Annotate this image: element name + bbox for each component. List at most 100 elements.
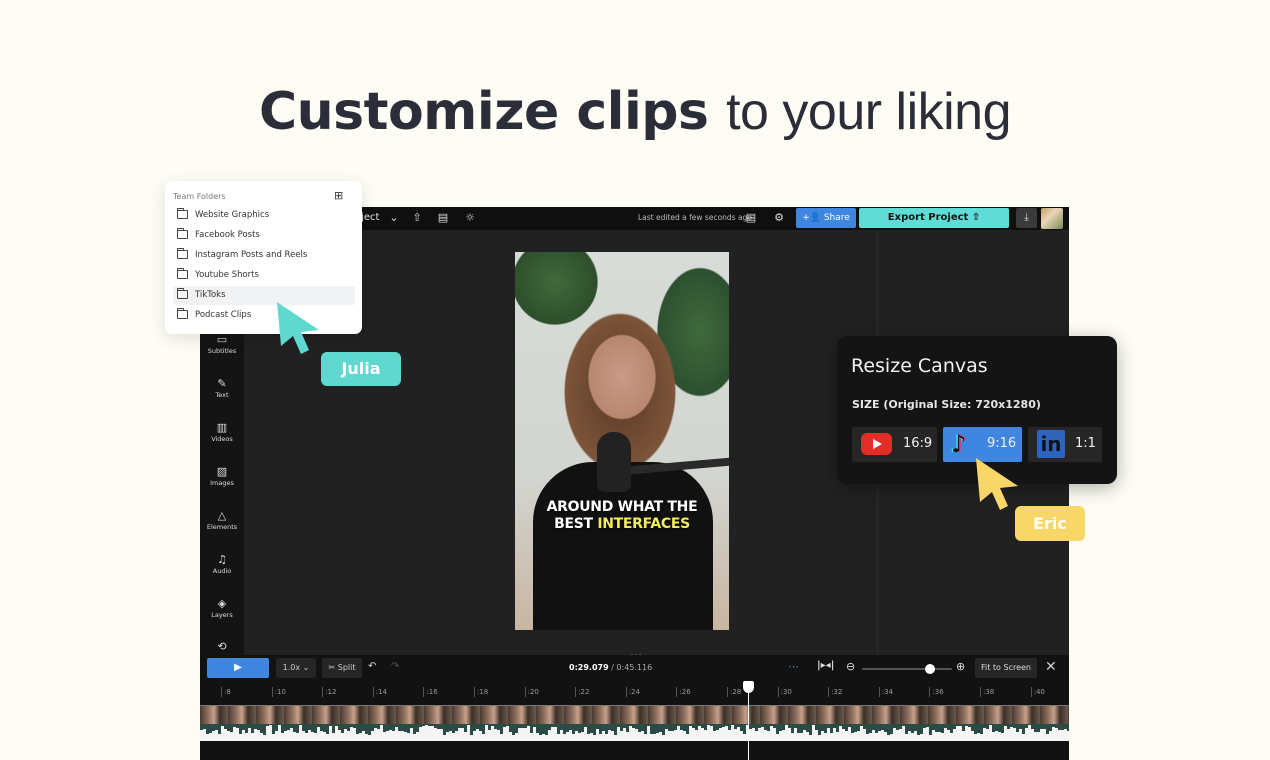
play-icon: ▶ (234, 662, 242, 673)
close-icon[interactable]: ✕ (1045, 659, 1057, 675)
chevron-down-icon: ⌄ (302, 663, 310, 672)
subtitles-icon[interactable]: ▤ (436, 211, 450, 225)
upload-icon[interactable]: ⇧ (410, 211, 424, 225)
sidebar-item-elements[interactable]: △ Elements (200, 509, 244, 531)
fit-width-icon[interactable]: |▸◂| (817, 660, 834, 671)
folder-icon (177, 308, 188, 319)
subtitles-icon: ▭ (216, 333, 228, 346)
sidebar-item-audio[interactable]: ♫ Audio (200, 553, 244, 575)
export-project-button[interactable]: Export Project ⇧ (859, 208, 1009, 228)
undo-icon[interactable]: ↶ (368, 661, 376, 672)
ruler-tick: :18 (474, 687, 488, 697)
resize-subtitle: SIZE (Original Size: 720x1280) (852, 398, 1041, 411)
linkedin-icon: in (1037, 430, 1065, 458)
sidebar-item-images[interactable]: ▨ Images (200, 465, 244, 487)
headline-bold: Customize clips (258, 82, 709, 142)
folder-label: Instagram Posts and Reels (195, 250, 308, 260)
play-button[interactable]: ▶ (207, 658, 269, 678)
ruler-tick: :14 (372, 687, 387, 697)
add-user-icon: +👤 (802, 213, 824, 223)
track-thumbnails (200, 706, 1069, 724)
cursor-label-eric: Eric (1015, 506, 1085, 541)
sidebar-label: Videos (211, 435, 233, 443)
timecode: 0:29.079 / 0:45.116 (569, 663, 653, 672)
team-folders-menu: Team Folders ⊞ Website Graphics Facebook… (165, 181, 362, 334)
headline-light: to your liking (726, 83, 1012, 141)
share-label: Share (823, 213, 850, 223)
ruler-tick: :20 (524, 687, 539, 697)
playhead[interactable] (748, 682, 749, 760)
redo-icon[interactable]: ↷ (391, 661, 399, 672)
sidebar-label: Elements (206, 523, 238, 531)
timeline-ruler[interactable]: :8:10:12:14:16:18:20:22:24:26:28:30:32:3… (200, 682, 1069, 702)
comment-icon[interactable]: ▤ (744, 211, 758, 225)
zoom-in-icon[interactable]: ⊕ (956, 660, 965, 673)
folder-item[interactable]: Podcast Clips (173, 306, 355, 325)
sidebar-label: Subtitles (207, 347, 237, 355)
zoom-slider-knob[interactable] (924, 664, 935, 674)
folder-icon (177, 228, 188, 239)
folder-item[interactable]: Youtube Shorts (173, 266, 355, 285)
cursor-julia-icon (277, 302, 319, 354)
caption-line-2: BEST (554, 516, 593, 532)
waveform-bar (1067, 731, 1069, 741)
zoom-out-icon[interactable]: ⊖ (846, 660, 855, 673)
ruler-tick: :38 (980, 687, 994, 697)
lightbulb-icon[interactable]: ☼ (463, 211, 477, 225)
video-preview[interactable]: AROUND WHAT THE BEST INTERFACES (515, 252, 729, 630)
film-icon: ▥ (216, 421, 228, 434)
page-headline: Customize clips to your liking (0, 82, 1270, 142)
ruler-tick: :12 (322, 687, 336, 697)
folder-item[interactable]: Instagram Posts and Reels (173, 246, 355, 265)
playhead-handle[interactable] (743, 681, 754, 693)
sidebar-item-loop[interactable]: ⟲ (200, 640, 244, 653)
folder-icon (177, 248, 188, 259)
audio-waveform (200, 724, 1069, 741)
music-icon: ♫ (217, 553, 227, 566)
size-option-youtube[interactable]: 16:9 (852, 427, 937, 462)
speed-select[interactable]: 1.0x ⌄ (276, 658, 316, 678)
sidebar-item-subtitles[interactable]: ▭ Subtitles (200, 333, 244, 355)
gear-icon[interactable]: ⚙ (772, 211, 786, 225)
timeline-toolbar: ▶ 1.0x ⌄ ✂ Split ↶ ↷ 0:29.079 / 0:45.116… (200, 655, 1069, 682)
sidebar-label: Images (210, 479, 234, 487)
team-folders-header: Team Folders (173, 192, 226, 201)
video-microphone (597, 432, 631, 492)
user-avatar[interactable] (1041, 208, 1063, 229)
share-button[interactable]: +👤 Share (796, 208, 856, 228)
cursor-eric-icon (976, 458, 1018, 510)
snap-icon[interactable]: ⋯ (788, 660, 799, 673)
sidebar-item-text[interactable]: ✎ Text (200, 377, 244, 399)
video-track[interactable] (200, 705, 1069, 741)
ruler-tick: :30 (777, 687, 792, 697)
sidebar-label: Text (215, 391, 229, 399)
sidebar-item-videos[interactable]: ▥ Videos (200, 421, 244, 443)
download-button[interactable]: ⤓ (1016, 208, 1037, 228)
ruler-tick: :16 (423, 687, 438, 697)
folder-label: Podcast Clips (195, 310, 252, 320)
chevron-down-icon[interactable]: ⌄ (387, 211, 401, 225)
fit-to-screen-button[interactable]: Fit to Screen (975, 658, 1037, 678)
folder-item[interactable]: Website Graphics (173, 206, 355, 225)
video-caption[interactable]: AROUND WHAT THE BEST INTERFACES (515, 499, 729, 533)
folder-item-selected[interactable]: TikToks (173, 286, 355, 305)
ruler-tick: :24 (625, 687, 640, 697)
ruler-tick: :28 (727, 687, 741, 697)
speed-value: 1.0x (282, 663, 301, 672)
new-folder-icon[interactable]: ⊞ (334, 189, 343, 202)
zoom-slider[interactable] (862, 668, 952, 670)
folder-item[interactable]: Facebook Posts (173, 226, 355, 245)
split-button[interactable]: ✂ Split (322, 658, 362, 678)
ruler-tick: :40 (1030, 687, 1045, 697)
current-time: 0:29.079 (569, 663, 609, 672)
ratio-label: 16:9 (903, 436, 933, 451)
ruler-tick: :36 (929, 687, 944, 697)
caption-highlight: INTERFACES (597, 516, 690, 532)
scissors-icon: ✂ (328, 663, 336, 672)
youtube-icon (861, 433, 892, 455)
size-option-linkedin[interactable]: in 1:1 (1028, 427, 1102, 462)
ruler-tick: :22 (575, 687, 589, 697)
tiktok-icon: ♪ (951, 430, 967, 458)
sidebar-label: Layers (211, 611, 233, 619)
sidebar-item-layers[interactable]: ◈ Layers (200, 597, 244, 619)
